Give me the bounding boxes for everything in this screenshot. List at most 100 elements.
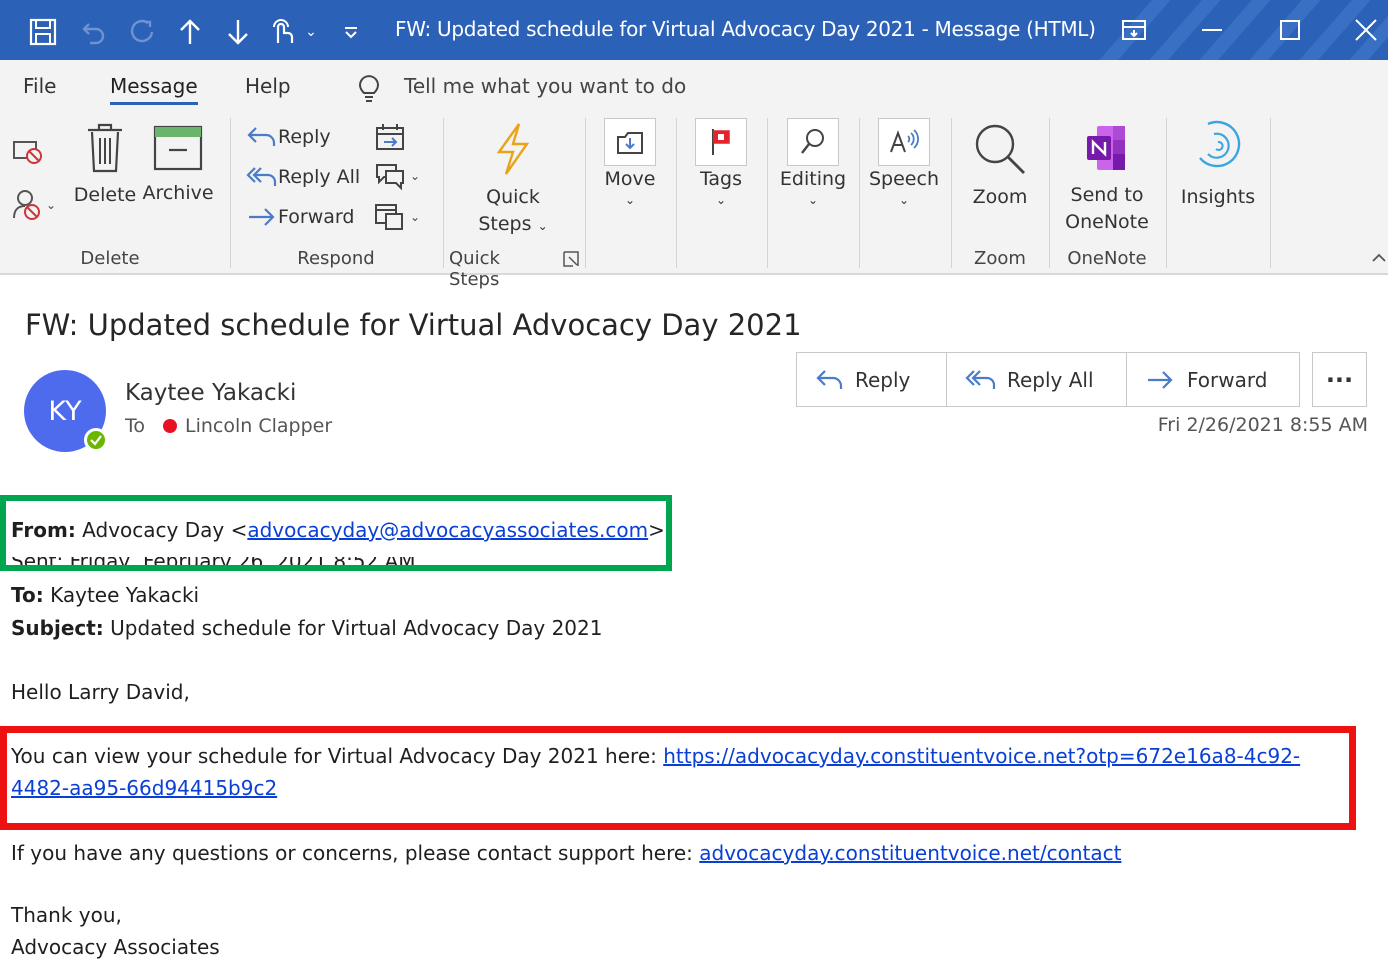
presence-busy-icon — [163, 419, 178, 433]
editing-button[interactable]: Editing ⌄ — [778, 118, 848, 207]
archive-icon — [153, 125, 203, 171]
window-title: FW: Updated schedule for Virtual Advocac… — [395, 17, 1096, 41]
send-to-onenote-button[interactable]: Send to OneNote — [1060, 122, 1154, 236]
message-actions: Reply Reply All Forward — [796, 352, 1300, 407]
forward-icon — [249, 208, 275, 226]
lightbulb-icon — [357, 73, 381, 107]
dialog-launcher-icon[interactable] — [563, 251, 579, 271]
insights-icon — [1199, 120, 1241, 168]
to-line: To: Kaytee Yakacki — [11, 583, 200, 607]
flag-icon — [712, 129, 730, 155]
highlight-box-red — [0, 726, 1356, 830]
tab-message[interactable]: Message — [110, 74, 198, 105]
chevron-down-icon: ⌄ — [410, 210, 421, 224]
archive-button[interactable]: Archive — [140, 124, 216, 207]
group-label-quick-steps: Quick Steps — [449, 248, 500, 290]
ribbon: ⌄ Delete Archive Delete Reply Reply All … — [0, 110, 1388, 290]
collapse-ribbon-icon[interactable] — [1372, 250, 1386, 266]
ribbon-display-options-icon[interactable] — [1114, 12, 1154, 48]
separator — [767, 118, 768, 268]
separator — [230, 118, 231, 268]
separator — [1166, 118, 1167, 268]
recipient-line: To Lincoln Clapper — [125, 415, 333, 437]
insights-button[interactable]: Insights — [1176, 118, 1260, 211]
group-label-zoom: Zoom — [974, 248, 1026, 269]
previous-item-icon[interactable] — [172, 14, 208, 50]
group-label-onenote: OneNote — [1067, 248, 1147, 269]
tab-help[interactable]: Help — [245, 74, 291, 98]
tags-button[interactable]: Tags ⌄ — [689, 118, 753, 207]
menu-bar: File Message Help Tell me what you want … — [0, 60, 1388, 110]
forward-button[interactable]: Forward — [1127, 353, 1299, 406]
separator — [676, 118, 677, 268]
chevron-down-icon: ⌄ — [46, 198, 57, 212]
speech-button[interactable]: Speech ⌄ — [868, 118, 940, 207]
group-label-delete: Delete — [80, 248, 140, 269]
im-icon[interactable]: ⌄ — [374, 162, 420, 190]
zoom-icon — [975, 124, 1025, 174]
save-icon[interactable] — [22, 14, 64, 50]
signature: Advocacy Associates — [11, 935, 220, 959]
message-subject: FW: Updated schedule for Virtual Advocac… — [25, 308, 802, 342]
message-date: Fri 2/26/2021 8:55 AM — [1157, 414, 1368, 436]
reply-all-icon — [965, 369, 996, 389]
forward-button[interactable]: Forward — [246, 204, 354, 230]
separator — [443, 118, 444, 268]
trash-icon — [88, 123, 122, 173]
separator — [585, 118, 586, 268]
chevron-down-icon: ⌄ — [898, 193, 910, 207]
separator — [951, 118, 952, 268]
highlight-box-green — [0, 495, 672, 571]
forward-icon — [1148, 370, 1173, 389]
chevron-down-icon: ⌄ — [807, 193, 819, 207]
next-item-icon[interactable] — [220, 14, 256, 50]
chevron-down-icon: ⌄ — [624, 193, 636, 207]
block-sender-icon[interactable]: ⌄ — [12, 188, 56, 222]
reply-all-icon — [246, 167, 277, 186]
meeting-icon[interactable] — [374, 122, 406, 156]
lightning-icon — [496, 123, 530, 175]
separator — [859, 118, 860, 268]
reply-icon — [816, 369, 843, 389]
chevron-down-icon: ⌄ — [715, 193, 727, 207]
close-icon[interactable] — [1346, 12, 1386, 48]
touch-mode-icon[interactable] — [266, 14, 298, 50]
contact-link[interactable]: advocacyday.constituentvoice.net/contact — [699, 841, 1121, 865]
group-label-respond: Respond — [297, 248, 375, 269]
search-icon — [801, 129, 824, 154]
onenote-icon — [1087, 126, 1125, 170]
reply-button[interactable]: Reply — [246, 124, 331, 150]
sender-name[interactable]: Kaytee Yakacki — [125, 380, 296, 406]
reply-all-button[interactable]: Reply All — [947, 353, 1127, 406]
zoom-button[interactable]: Zoom — [966, 122, 1034, 211]
tab-file[interactable]: File — [23, 74, 56, 98]
chevron-down-icon: ⌄ — [537, 219, 548, 233]
ignore-icon[interactable] — [12, 138, 44, 170]
move-icon — [617, 132, 643, 154]
recipient-name[interactable]: Lincoln Clapper — [185, 415, 332, 437]
separator — [1270, 118, 1271, 268]
reply-icon — [247, 127, 276, 146]
undo-icon[interactable] — [76, 14, 112, 50]
closing: Thank you, — [11, 903, 122, 927]
reply-button[interactable]: Reply — [797, 353, 947, 406]
separator — [1049, 118, 1050, 268]
title-bar: ⌄ FW: Updated schedule for Virtual Advoc… — [0, 0, 1388, 60]
redo-icon[interactable] — [124, 14, 160, 50]
maximize-icon[interactable] — [1270, 12, 1310, 48]
tell-me-search[interactable]: Tell me what you want to do — [404, 74, 686, 98]
quick-steps-button[interactable]: Quick Steps ⌄ — [466, 122, 560, 240]
read-aloud-icon — [890, 129, 919, 153]
minimize-icon[interactable] — [1192, 12, 1232, 48]
chevron-down-icon: ⌄ — [410, 169, 421, 183]
subject-line: Subject: Updated schedule for Virtual Ad… — [11, 616, 603, 640]
questions-line: If you have any questions or concerns, p… — [11, 841, 1122, 865]
chevron-down-icon[interactable]: ⌄ — [300, 14, 322, 50]
greeting: Hello Larry David, — [11, 680, 190, 704]
move-button[interactable]: Move ⌄ — [598, 118, 662, 207]
customize-toolbar-icon[interactable] — [338, 14, 364, 50]
more-actions-button[interactable]: ··· — [1312, 352, 1367, 407]
more-respond-icon[interactable]: ⌄ — [374, 202, 420, 232]
delete-button[interactable]: Delete — [72, 122, 138, 209]
reply-all-button[interactable]: Reply All — [246, 164, 360, 190]
